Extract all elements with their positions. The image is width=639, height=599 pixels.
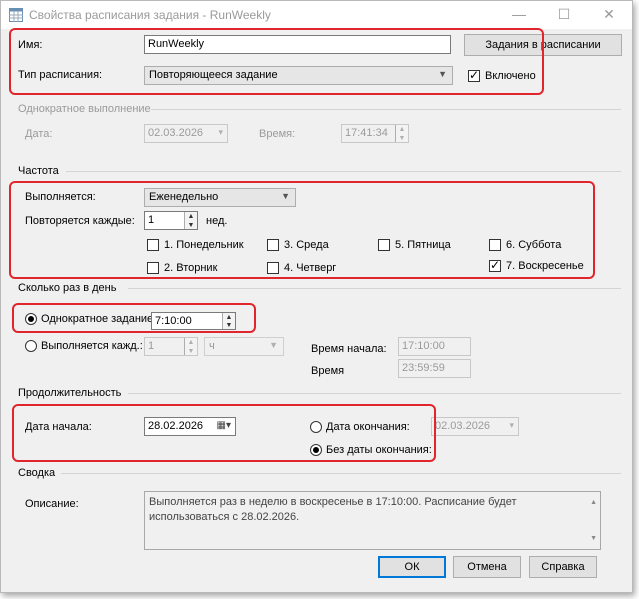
chevron-down-icon: ▾ <box>509 420 514 430</box>
occurs-every-unit-value: ч <box>209 340 215 352</box>
duration-divider <box>128 393 621 394</box>
ending-at-label: Время <box>311 365 345 377</box>
occurs-every-unit-select[interactable]: ч ▼ <box>204 337 284 356</box>
duration-header: Продолжительность <box>18 387 122 399</box>
description-value: Выполняется раз в неделю в воскресенье в… <box>149 496 517 523</box>
occurs-every-radio[interactable] <box>25 340 37 352</box>
one-time-divider <box>151 109 621 110</box>
end-date-input[interactable]: 02.03.2026 ▾ <box>431 417 519 436</box>
ending-at-input[interactable]: 23:59:59 <box>398 359 471 378</box>
highlight-box-daily <box>12 303 256 333</box>
occurs-every-value: 1 <box>148 340 155 352</box>
title-bar: Свойства расписания задания - RunWeekly … <box>1 1 632 29</box>
one-time-time-input[interactable]: 17:41:34 ▲ ▼ <box>341 124 409 143</box>
one-time-date-value: 02.03.2026 <box>148 127 204 139</box>
time-spinner[interactable]: ▲ ▼ <box>395 125 408 142</box>
description-label: Описание: <box>25 498 79 510</box>
starting-at-value: 17:10:00 <box>402 340 445 352</box>
help-button[interactable]: Справка <box>529 556 597 578</box>
one-time-date-input[interactable]: 02.03.2026 ▾ <box>144 124 228 143</box>
starting-at-label: Время начала: <box>311 343 387 355</box>
frequency-divider <box>66 171 621 172</box>
end-date-value: 02.03.2026 <box>435 420 491 432</box>
daily-frequency-header: Сколько раз в день <box>18 282 117 294</box>
ending-at-value: 23:59:59 <box>402 362 445 374</box>
schedule-properties-window: Свойства расписания задания - RunWeekly … <box>0 0 633 593</box>
calendar-app-icon <box>9 8 23 22</box>
chevron-down-icon: ▾ <box>218 127 223 137</box>
maximize-icon[interactable]: ☐ <box>554 5 574 23</box>
close-icon[interactable]: ✕ <box>599 5 619 23</box>
highlight-box-name <box>9 28 544 95</box>
daily-frequency-divider <box>128 288 621 289</box>
occurs-every-input[interactable]: 1 ▲ ▼ <box>144 337 198 356</box>
one-time-header: Однократное выполнение <box>18 103 151 115</box>
starting-at-input[interactable]: 17:10:00 <box>398 337 471 356</box>
occurs-every-label: Выполняется кажд.: <box>41 340 143 352</box>
one-time-date-label: Дата: <box>25 128 53 140</box>
frequency-header: Частота <box>18 165 59 177</box>
one-time-time-value: 17:41:34 <box>345 127 388 139</box>
highlight-box-frequency <box>9 181 595 279</box>
occurs-every-spinner[interactable]: ▲ ▼ <box>184 338 197 355</box>
window-title: Свойства расписания задания - RunWeekly <box>29 8 271 22</box>
description-text[interactable]: Выполняется раз в неделю в воскресенье в… <box>144 491 601 550</box>
scroll-up-icon[interactable]: ▲ <box>590 495 597 510</box>
chevron-down-icon: ▼ <box>269 340 278 350</box>
cancel-button[interactable]: Отмена <box>453 556 521 578</box>
minimize-icon[interactable]: — <box>509 5 529 23</box>
highlight-box-duration <box>12 404 436 462</box>
summary-header: Сводка <box>18 467 56 479</box>
scroll-down-icon[interactable]: ▼ <box>590 531 597 546</box>
summary-divider <box>61 473 621 474</box>
ok-button[interactable]: ОК <box>378 556 446 578</box>
one-time-time-label: Время: <box>259 128 296 140</box>
